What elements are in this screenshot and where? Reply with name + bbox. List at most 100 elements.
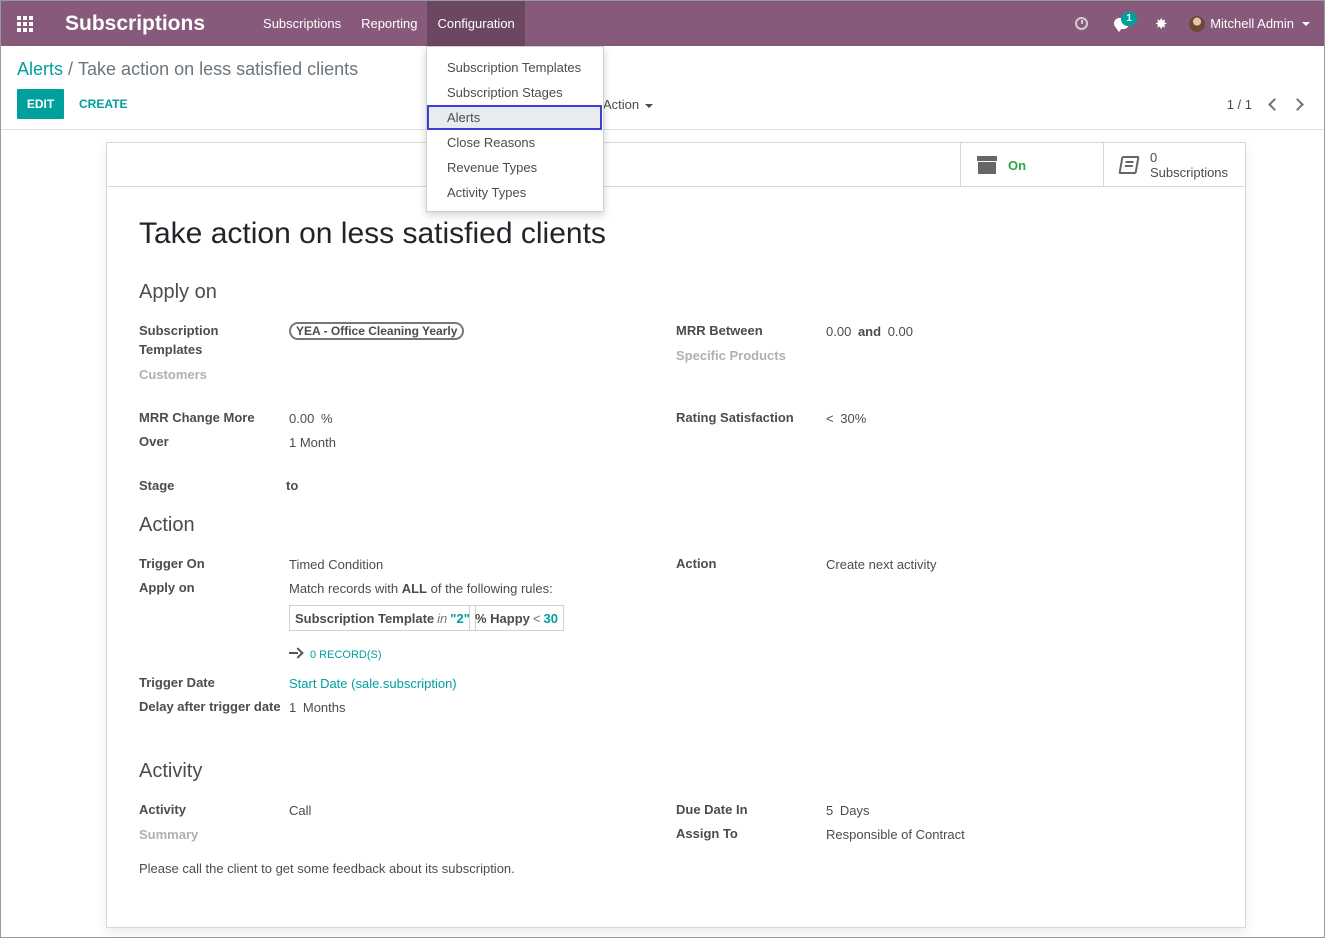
- mrr-max-value: 0.00: [887, 324, 913, 339]
- rule1-operator: in: [437, 610, 448, 626]
- mrr-between-value: 0.00 and 0.00: [826, 324, 913, 339]
- user-name: Mitchell Admin: [1210, 16, 1294, 31]
- chevron-down-icon: [645, 103, 654, 108]
- activity-value: Call: [289, 803, 312, 818]
- rule1-field: Subscription Template: [295, 610, 435, 626]
- button-box: On 0 Subscriptions: [107, 143, 1245, 187]
- due-date-value: 5 Days: [826, 803, 869, 818]
- chevron-down-icon: [1302, 21, 1310, 26]
- assign-to-value: Responsible of Contract: [826, 827, 965, 842]
- due-unit: Days: [839, 803, 870, 818]
- record-title: Take action on less satisfied clients: [139, 217, 606, 250]
- due-number: 5: [826, 803, 834, 818]
- delay-label: Delay after trigger date: [139, 699, 281, 714]
- action-value: Create next activity: [826, 557, 937, 572]
- rule2-operator: <: [532, 610, 541, 626]
- dropdown-item-alerts[interactable]: Alerts: [427, 105, 602, 130]
- arrow-right-icon: [289, 648, 301, 658]
- breadcrumb-alerts-link[interactable]: Alerts: [17, 59, 63, 79]
- configuration-dropdown: Subscription Templates Subscription Stag…: [426, 46, 604, 212]
- section-activity: Activity: [139, 760, 203, 782]
- mrr-change-label: MRR Change More: [139, 410, 255, 425]
- trigger-date-value[interactable]: Start Date (sale.subscription): [289, 676, 457, 691]
- chevron-left-icon[interactable]: [1268, 98, 1281, 111]
- avatar: [1189, 15, 1206, 32]
- menu-subscriptions[interactable]: Subscriptions: [253, 1, 351, 46]
- apply-all: ALL: [401, 581, 427, 596]
- rating-number: 30: [840, 411, 855, 426]
- mrr-min-value: 0.00: [826, 324, 852, 339]
- summary-label: Summary: [139, 827, 199, 842]
- rule2-value: 30: [543, 610, 558, 626]
- over-value: 1 Month: [289, 435, 336, 450]
- pager: 1 / 1: [1227, 97, 1304, 112]
- form-sheet: On 0 Subscriptions Take action on less s…: [106, 142, 1246, 928]
- user-menu[interactable]: Mitchell Admin: [1181, 15, 1324, 32]
- menu-reporting[interactable]: Reporting: [351, 1, 427, 46]
- active-toggle-button[interactable]: On: [960, 143, 1103, 187]
- delay-value: 1 Months: [289, 700, 346, 715]
- rating-satisfaction-label: Rating Satisfaction: [676, 410, 794, 425]
- subscriptions-count: 0: [1150, 150, 1158, 165]
- activity-clock-icon[interactable]: [1061, 1, 1101, 46]
- stage-to-label: to: [286, 478, 299, 493]
- mrr-between-label: MRR Between: [676, 323, 763, 338]
- menu-configuration[interactable]: Configuration: [427, 1, 525, 46]
- domain-rule-happy[interactable]: % Happy < 30: [469, 605, 564, 631]
- messages-badge: 1: [1121, 12, 1138, 26]
- rating-satisfaction-value: < 30%: [826, 411, 866, 426]
- top-navbar: Subscriptions Subscriptions Reporting Co…: [1, 1, 1324, 46]
- rating-unit: %: [854, 411, 867, 426]
- mrr-and-label: and: [857, 324, 882, 339]
- breadcrumb: Alerts / Take action on less satisfied cli…: [17, 59, 358, 80]
- dropdown-item-revenue-types[interactable]: Revenue Types: [427, 155, 603, 180]
- subscription-templates-label: Subscription Templates: [139, 323, 219, 357]
- rule1-value: "2": [450, 610, 470, 626]
- archive-icon: [977, 156, 997, 174]
- specific-products-label: Specific Products: [676, 348, 786, 363]
- messages-icon[interactable]: 1: [1101, 1, 1141, 46]
- action-dropdown[interactable]: Action: [603, 97, 654, 112]
- mrr-change-number: 0.00: [289, 411, 315, 426]
- dropdown-item-subscription-templates[interactable]: Subscription Templates: [427, 55, 603, 80]
- apps-menu-icon[interactable]: [1, 1, 49, 46]
- dropdown-item-activity-types[interactable]: Activity Types: [427, 180, 603, 205]
- dropdown-item-subscription-stages[interactable]: Subscription Stages: [427, 80, 603, 105]
- subscriptions-label: Subscriptions: [1150, 165, 1229, 180]
- trigger-on-value: Timed Condition: [289, 557, 384, 572]
- delay-number: 1: [289, 700, 297, 715]
- section-apply-on: Apply on: [139, 281, 217, 303]
- apply-suffix: of the following rules:: [430, 581, 553, 596]
- apply-prefix: Match records with: [289, 581, 399, 596]
- trigger-on-label: Trigger On: [139, 556, 205, 571]
- pager-value[interactable]: 1 / 1: [1227, 97, 1252, 112]
- stage-label: Stage: [139, 478, 175, 493]
- book-icon: [1118, 156, 1140, 174]
- over-label: Over: [139, 434, 169, 449]
- subscriptions-smart-button[interactable]: 0 Subscriptions: [1103, 143, 1245, 187]
- section-action: Action: [139, 514, 195, 536]
- apply-on-label: Apply on: [139, 580, 195, 595]
- trigger-date-label: Trigger Date: [139, 675, 215, 690]
- control-panel: Alerts / Take action on less satisfied cli…: [1, 46, 1324, 130]
- dropdown-item-close-reasons[interactable]: Close Reasons: [427, 130, 603, 155]
- debug-bug-icon[interactable]: ✸: [1141, 1, 1181, 46]
- customers-label: Customers: [139, 367, 207, 382]
- rule2-field: % Happy: [475, 610, 530, 626]
- app-brand[interactable]: Subscriptions: [65, 12, 205, 36]
- records-link[interactable]: 0 RECORD(S): [310, 649, 382, 661]
- mrr-change-unit: %: [320, 411, 333, 426]
- breadcrumb-current: Take action on less satisfied clients: [78, 59, 359, 79]
- edit-button[interactable]: EDIT: [17, 89, 64, 119]
- template-tag[interactable]: YEA - Office Cleaning Yearly: [289, 322, 465, 340]
- domain-rule-template[interactable]: Subscription Template in "2": [289, 605, 476, 631]
- action-dropdown-label: Action: [603, 97, 640, 112]
- action-label: Action: [676, 556, 717, 571]
- delay-unit: Months: [302, 700, 346, 715]
- assign-to-label: Assign To: [676, 826, 738, 841]
- apply-on-rules-text: Match records with ALL of the following …: [289, 581, 553, 596]
- create-button[interactable]: CREATE: [71, 89, 135, 119]
- due-date-label: Due Date In: [676, 802, 748, 817]
- chevron-right-icon[interactable]: [1291, 98, 1304, 111]
- mrr-change-value: 0.00 %: [289, 411, 333, 426]
